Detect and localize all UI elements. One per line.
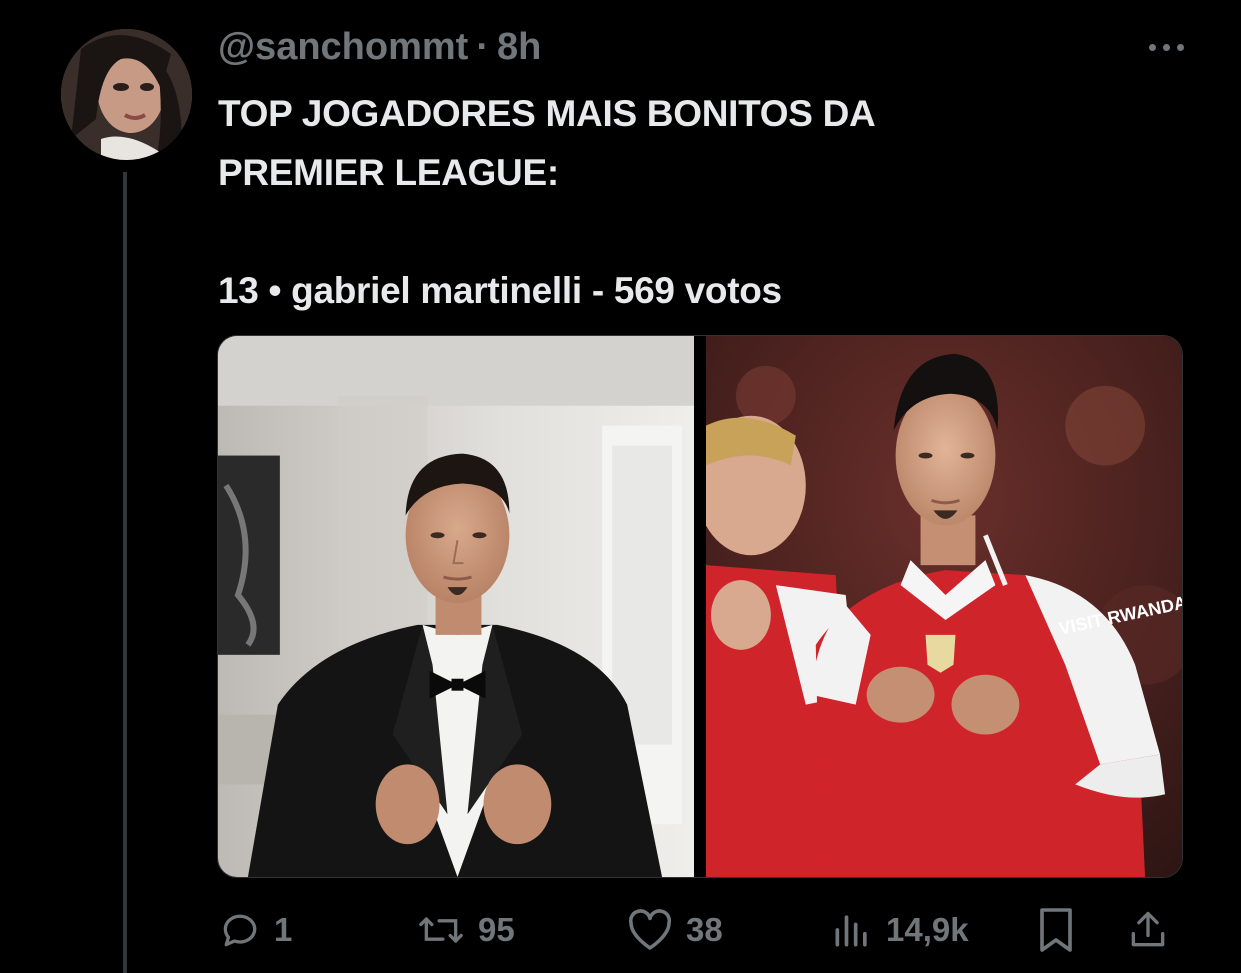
media-grid: VISIT RWANDA bbox=[217, 335, 1183, 878]
heart-icon bbox=[628, 909, 672, 950]
thread-line bbox=[123, 172, 127, 973]
bookmark-icon bbox=[1040, 908, 1072, 952]
reply-count: 1 bbox=[274, 911, 293, 948]
action-bar: 1 95 38 14,9k bbox=[218, 900, 1178, 960]
more-icon-dot bbox=[1162, 43, 1170, 51]
like-count: 38 bbox=[686, 911, 723, 948]
more-icon-dot bbox=[1148, 43, 1156, 51]
bookmark-button[interactable] bbox=[1036, 900, 1076, 960]
author-handle[interactable]: @sanchommt bbox=[218, 26, 468, 69]
more-button[interactable] bbox=[1126, 30, 1206, 64]
views-icon bbox=[835, 915, 867, 947]
repost-button[interactable]: 95 bbox=[416, 900, 515, 960]
tweet-text-line: TOP JOGADORES MAIS BONITOS DA bbox=[218, 93, 876, 134]
header-separator: · bbox=[476, 25, 489, 68]
tweet-text: TOP JOGADORES MAIS BONITOS DA PREMIER LE… bbox=[218, 84, 1178, 320]
views-count: 14,9k bbox=[886, 911, 969, 948]
like-button[interactable]: 38 bbox=[626, 900, 723, 960]
player-jersey-photo[interactable]: VISIT RWANDA bbox=[706, 336, 1182, 877]
player-tuxedo-photo[interactable] bbox=[218, 336, 694, 877]
tweet-header: @sanchommt · 8h bbox=[218, 22, 541, 72]
views-button[interactable]: 14,9k bbox=[830, 900, 969, 960]
avatar[interactable] bbox=[61, 29, 192, 160]
jersey-photo-image: VISIT RWANDA bbox=[706, 336, 1182, 877]
tweet-text-line: PREMIER LEAGUE: bbox=[218, 152, 559, 193]
avatar-image bbox=[61, 29, 192, 160]
reply-icon bbox=[223, 914, 257, 947]
repost-count: 95 bbox=[478, 911, 515, 948]
tweet-text-line: 13 • gabriel martinelli - 569 votos bbox=[218, 270, 782, 311]
repost-icon bbox=[419, 917, 463, 943]
share-icon bbox=[1131, 911, 1165, 947]
share-button[interactable] bbox=[1126, 900, 1170, 960]
reply-button[interactable]: 1 bbox=[218, 900, 292, 960]
tuxedo-photo-image bbox=[218, 336, 694, 877]
post-time[interactable]: 8h bbox=[497, 26, 541, 69]
more-icon-dot bbox=[1176, 43, 1184, 51]
